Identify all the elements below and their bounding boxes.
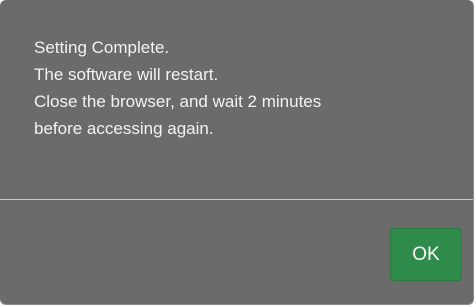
restart-dialog: Setting Complete. The software will rest… bbox=[0, 0, 474, 305]
message-line-3: Close the browser, and wait 2 minutes bbox=[34, 92, 322, 111]
message-line-4: before accessing again. bbox=[34, 119, 214, 138]
ok-button[interactable]: OK bbox=[390, 228, 462, 281]
message-line-1: Setting Complete. bbox=[34, 38, 170, 57]
dialog-footer: OK bbox=[0, 200, 473, 304]
dialog-message: Setting Complete. The software will rest… bbox=[34, 34, 453, 142]
message-line-2: The software will restart. bbox=[34, 65, 219, 84]
